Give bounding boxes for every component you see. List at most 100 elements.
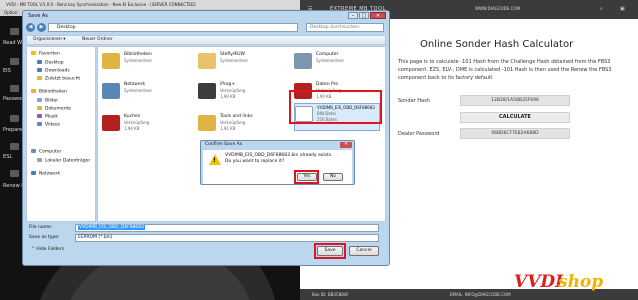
nav-libraries-label: Bibliotheken (39, 89, 67, 95)
background-app-title: VVDI - MB TOOL V.5.0.0 - Benz key Synchr… (0, 0, 310, 9)
folder-shortcut-icon (198, 115, 216, 131)
nav-local-disk[interactable]: Lokaler Datenträger (37, 158, 90, 164)
no-button[interactable]: No (323, 173, 343, 181)
file-name: Computer (316, 52, 339, 57)
save-as-dialog: Save As – □ ✕ ◀ ▶ Desktop Desktop durchs… (22, 10, 390, 266)
hide-folders-label: Hide Folders (36, 247, 65, 252)
file-type: Verknüpfung (124, 120, 150, 125)
side-item-esl[interactable]: ESL (3, 154, 12, 160)
address-bar[interactable]: Desktop (48, 23, 298, 32)
library-folder-icon (102, 53, 120, 69)
file-name: Netzwerk (124, 82, 146, 87)
dealer-password-field[interactable]: 068D6CF7E82A688D (460, 128, 570, 139)
file-highlight-box (289, 90, 382, 124)
nav-favorites-label: Favoriten (39, 51, 60, 57)
computer-icon (31, 149, 36, 153)
confirm-question: Do you want to replace it? (225, 159, 285, 164)
filename-input[interactable]: VVDIMB_EIS_OBD_D6F88683 (75, 224, 379, 232)
calculate-button[interactable]: CALCULATE (460, 112, 570, 123)
minimize-button[interactable]: – (348, 12, 358, 19)
page-title: Online Sonder Hash Calculator (420, 39, 574, 50)
documents-icon (37, 106, 42, 110)
search-input[interactable]: Desktop durchsuchen (306, 23, 384, 32)
nav-computer[interactable]: Computer (31, 149, 61, 155)
yes-highlight-box (294, 170, 319, 184)
hide-folders-toggle[interactable]: ⌃ Hide Folders (31, 247, 64, 252)
file-item[interactable]: Netzwerk Systemordner (102, 81, 192, 109)
side-item-prepare[interactable]: Prepare (3, 127, 22, 133)
nav-pictures[interactable]: Bilder (37, 98, 58, 104)
new-folder-button[interactable]: Neuer Ordner (82, 36, 113, 44)
file-type: Systemordner (316, 58, 345, 63)
page-description: This page is to calculate -101 Hash from… (398, 59, 612, 81)
sonder-hash-label: Sonder Hash (398, 98, 430, 104)
confirm-title: Confirm Save As (205, 142, 243, 147)
back-icon[interactable]: ◀ (26, 23, 35, 32)
nav-libraries[interactable]: Bibliotheken (31, 89, 67, 95)
close-button[interactable]: ✕ (370, 12, 386, 19)
exclamation-mark: ! (213, 157, 216, 164)
nav-recent[interactable]: Zuletzt besucht (37, 76, 80, 82)
nav-local-disk-label: Lokaler Datenträger (45, 158, 91, 164)
search-icon[interactable]: ⌕ (600, 6, 606, 12)
file-item[interactable]: iProg+ Verknüpfung 1,90 KB (198, 81, 288, 109)
navigation-pane: Favoriten Desktop Downloads Zuletzt besu… (26, 46, 96, 222)
site-url[interactable]: WWW.DIAGCODE.COM (475, 6, 520, 11)
esl-icon (10, 143, 19, 150)
nav-videos-label: Videos (45, 122, 60, 128)
side-item-eis[interactable]: EIS (3, 68, 11, 74)
nav-recent-label: Zuletzt besucht (45, 76, 81, 82)
library-icon (31, 89, 36, 93)
downloads-icon (37, 68, 42, 72)
file-item[interactable]: Kuchen Verknüpfung 1,94 KB (102, 113, 192, 141)
filename-value: VVDIMB_EIS_OBD_D6F88683 (78, 225, 146, 230)
eis-icon (10, 58, 19, 65)
maximize-button[interactable]: □ (359, 12, 369, 19)
nav-music-label: Musik (45, 114, 58, 120)
nav-network[interactable]: Netzwerk (31, 171, 60, 177)
iprog-shortcut-icon (198, 83, 216, 99)
star-icon (31, 51, 36, 55)
file-item[interactable]: Stefly/KUW Systemordner (198, 51, 288, 79)
file-item[interactable]: Bibliotheken Systemordner (102, 51, 192, 79)
prepare-icon (10, 115, 19, 122)
nav-documents-label: Dokumente (45, 106, 72, 112)
confirm-message: VVDIMB_EIS_OBD_D6F88683.bin already exis… (225, 153, 333, 158)
confirm-save-dialog: Confirm Save As ✕ ! VVDIMB_EIS_OBD_D6F88… (200, 140, 355, 185)
nav-downloads[interactable]: Downloads (37, 68, 70, 74)
footer-email[interactable]: EMAIL: INFO@DIAGCODE.COM (450, 292, 511, 297)
cart-icon[interactable]: ▣ (620, 6, 626, 12)
sonder-hash-field[interactable]: 12B28/1A58B35F696 (460, 95, 570, 106)
file-name: iProg+ (220, 82, 236, 87)
forward-icon[interactable]: ▶ (37, 23, 46, 32)
confirm-body: ! VVDIMB_EIS_OBD_D6F88683.bin already ex… (203, 150, 352, 184)
password-icon (10, 85, 19, 92)
save-highlight-box (314, 243, 346, 259)
videos-icon (37, 122, 42, 126)
savetype-select[interactable]: EEPROM (*.bin) (75, 234, 379, 242)
kuchen-shortcut-icon (102, 115, 120, 131)
watermark-vvdi: VVDI (514, 272, 564, 292)
computer-icon (294, 53, 312, 69)
nav-videos[interactable]: Videos (37, 122, 60, 128)
confirm-close-button[interactable]: ✕ (340, 142, 352, 148)
cancel-button[interactable]: Cancel (349, 246, 379, 256)
recent-icon (37, 76, 42, 80)
file-size: 1,91 KB (220, 126, 236, 131)
nav-music[interactable]: Musik (37, 114, 58, 120)
organize-button[interactable]: Organisieren ▾ (33, 36, 65, 44)
file-type: Systemordner (124, 58, 153, 63)
nav-favorites[interactable]: Favoriten (31, 51, 60, 57)
nav-documents[interactable]: Dokumente (37, 106, 71, 112)
nav-computer-label: Computer (39, 149, 62, 155)
read-write-icon (10, 28, 19, 35)
file-size: 1,94 KB (124, 126, 140, 131)
file-item[interactable]: Tools and links Verknüpfung 1,91 KB (198, 113, 288, 141)
nav-pictures-label: Bilder (45, 98, 59, 104)
file-type: Systemordner (220, 58, 249, 63)
dealer-password-label: Dealer Password (398, 131, 440, 137)
file-item[interactable]: Computer Systemordner (294, 51, 384, 79)
network-icon (102, 83, 120, 99)
file-name: Tools and links (220, 114, 253, 119)
nav-desktop[interactable]: Desktop (37, 60, 64, 66)
